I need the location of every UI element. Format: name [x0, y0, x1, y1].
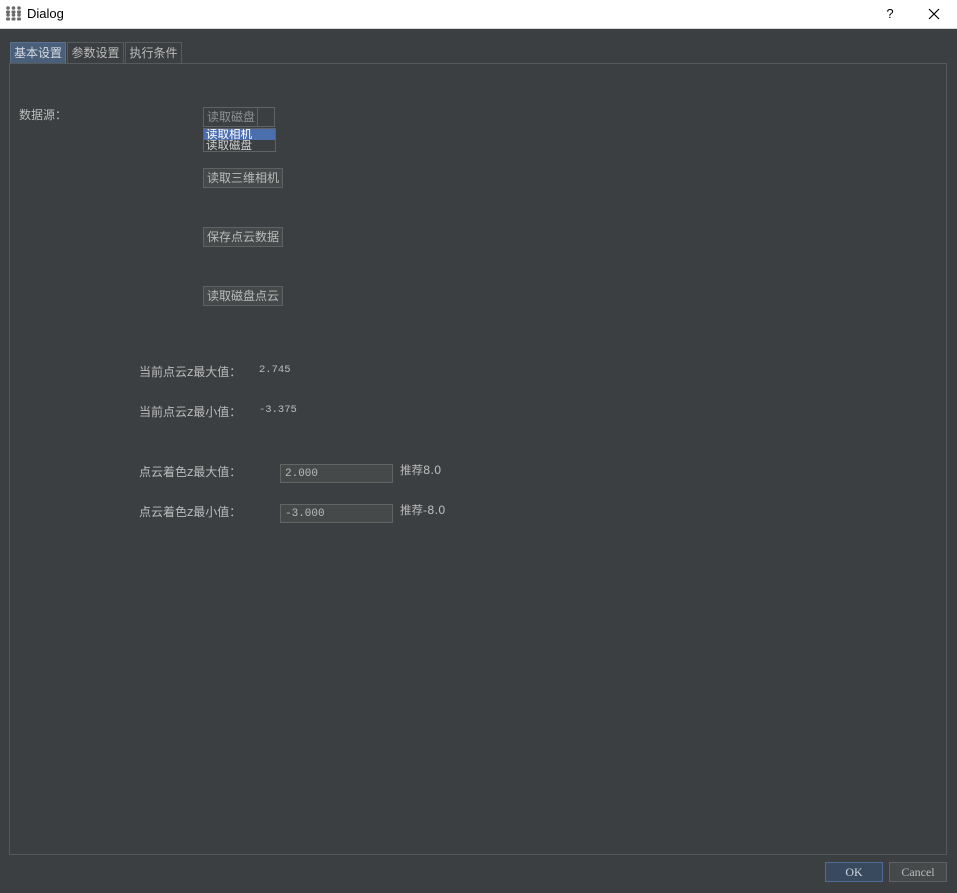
tab-basic-settings[interactable]: 基本设置: [10, 42, 66, 63]
color-z-max-input[interactable]: [280, 464, 393, 483]
current-z-min-label: 当前点云z最小值：: [139, 405, 242, 419]
title-bar: Dialog ?: [0, 0, 957, 29]
ok-button[interactable]: OK: [825, 862, 883, 882]
window-title: Dialog: [27, 6, 64, 21]
save-point-cloud-button[interactable]: 保存点云数据: [203, 227, 283, 247]
help-button[interactable]: ?: [883, 5, 897, 23]
data-source-dropdown-list: 读取相机 读取磁盘: [203, 128, 276, 152]
combobox-current-value: 读取磁盘: [207, 110, 256, 124]
color-z-min-hint: 推荐-8.0: [400, 503, 446, 517]
color-z-min-input[interactable]: [280, 504, 393, 523]
close-icon[interactable]: [928, 8, 940, 20]
read-3d-camera-button[interactable]: 读取三维相机: [203, 168, 283, 188]
cancel-button[interactable]: Cancel: [889, 862, 947, 882]
close-button[interactable]: [924, 4, 944, 24]
people-group-icon: [5, 5, 22, 21]
dropdown-option-read-camera[interactable]: 读取相机: [204, 129, 275, 140]
combobox-arrow-button[interactable]: [257, 108, 274, 126]
color-z-max-hint: 推荐8.0: [400, 463, 442, 477]
data-source-combobox[interactable]: 读取磁盘: [203, 107, 275, 127]
dropdown-option-read-disk[interactable]: 读取磁盘: [204, 140, 275, 151]
current-z-min-value: -3.375: [259, 404, 297, 416]
tab-execution-conditions[interactable]: 执行条件: [125, 42, 182, 63]
current-z-max-label: 当前点云z最大值：: [139, 365, 242, 379]
dialog-window: Dialog ? 基本设置 参数设置 执行条件 数据源： 读取磁盘 读取相机 读…: [0, 0, 957, 893]
data-source-label: 数据源：: [19, 108, 68, 122]
tab-parameter-settings[interactable]: 参数设置: [67, 42, 124, 63]
current-z-max-value: 2.745: [259, 364, 291, 376]
color-z-max-label: 点云着色z最大值：: [139, 465, 242, 479]
tab-label: 执行条件: [129, 46, 178, 60]
tab-label: 基本设置: [13, 46, 62, 60]
tab-label: 参数设置: [71, 46, 120, 60]
color-z-min-label: 点云着色z最小值：: [139, 505, 242, 519]
tab-panel-basic-settings: [9, 63, 947, 855]
read-disk-point-cloud-button[interactable]: 读取磁盘点云: [203, 286, 283, 306]
